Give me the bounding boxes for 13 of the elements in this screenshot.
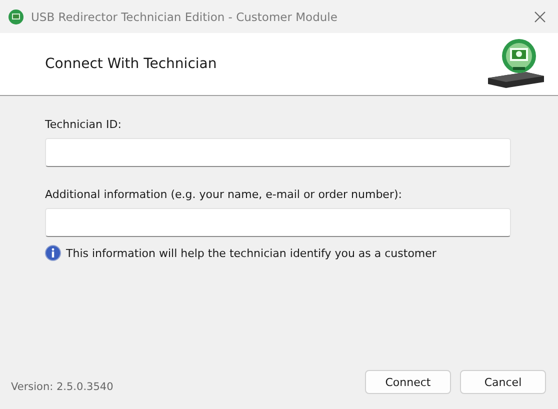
field-label: Technician ID: [45,118,122,131]
field-label: Additional information (e.g. your name, e-mail or order number): [45,188,403,201]
input-field[interactable] [45,138,511,167]
close-icon[interactable] [534,10,546,22]
dialog-button[interactable]: Cancel [460,370,546,394]
dialog-button[interactable]: Connect [365,370,451,394]
app-icon [8,8,24,24]
info-text: This information will help the technician identify you as a customer [66,246,436,260]
input-field[interactable] [45,208,511,237]
window-title: USB Redirector Technician Edition - Customer Module [31,10,338,24]
info-icon [45,245,61,261]
header-title: Connect With Technician [45,56,217,72]
version-label: Version: 2.5.0.3540 [11,381,114,393]
